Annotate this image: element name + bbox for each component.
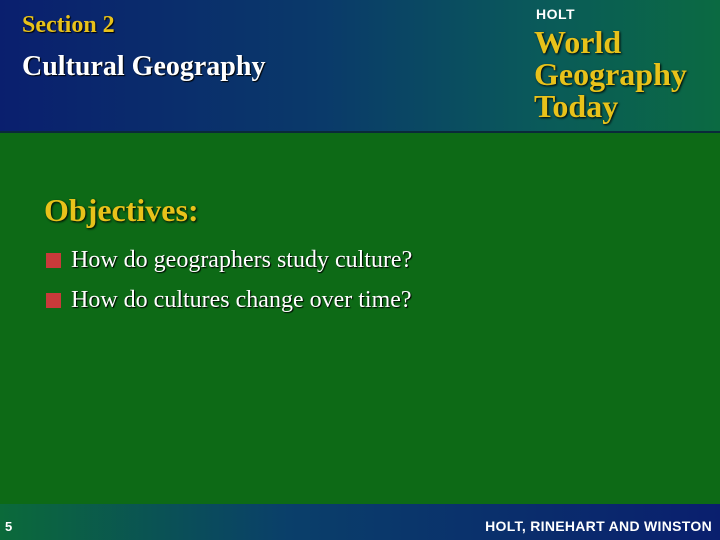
brand-title-line: Today bbox=[534, 88, 619, 124]
brand-title: World Geography Today bbox=[534, 26, 714, 122]
brand-title-line: World bbox=[534, 24, 622, 60]
page-number: 5 bbox=[5, 519, 13, 534]
header-divider bbox=[0, 131, 720, 133]
publisher-name: HOLT, RINEHART AND WINSTON bbox=[485, 518, 712, 534]
brand-holt-label: HOLT bbox=[536, 6, 576, 22]
section-title: Cultural Geography bbox=[22, 51, 266, 82]
list-item-text: How do geographers study culture? bbox=[71, 246, 413, 273]
list-item: How do cultures change over time? bbox=[46, 280, 412, 320]
list-item-text: How do cultures change over time? bbox=[71, 286, 412, 313]
square-bullet-icon bbox=[46, 292, 61, 308]
objectives-heading: Objectives: bbox=[44, 192, 199, 228]
brand-title-line: Geography bbox=[534, 56, 687, 92]
objectives-list: How do geographers study culture? How do… bbox=[46, 240, 412, 320]
list-item: How do geographers study culture? bbox=[46, 240, 412, 280]
square-bullet-icon bbox=[46, 252, 61, 268]
section-label: Section 2 bbox=[22, 12, 115, 38]
